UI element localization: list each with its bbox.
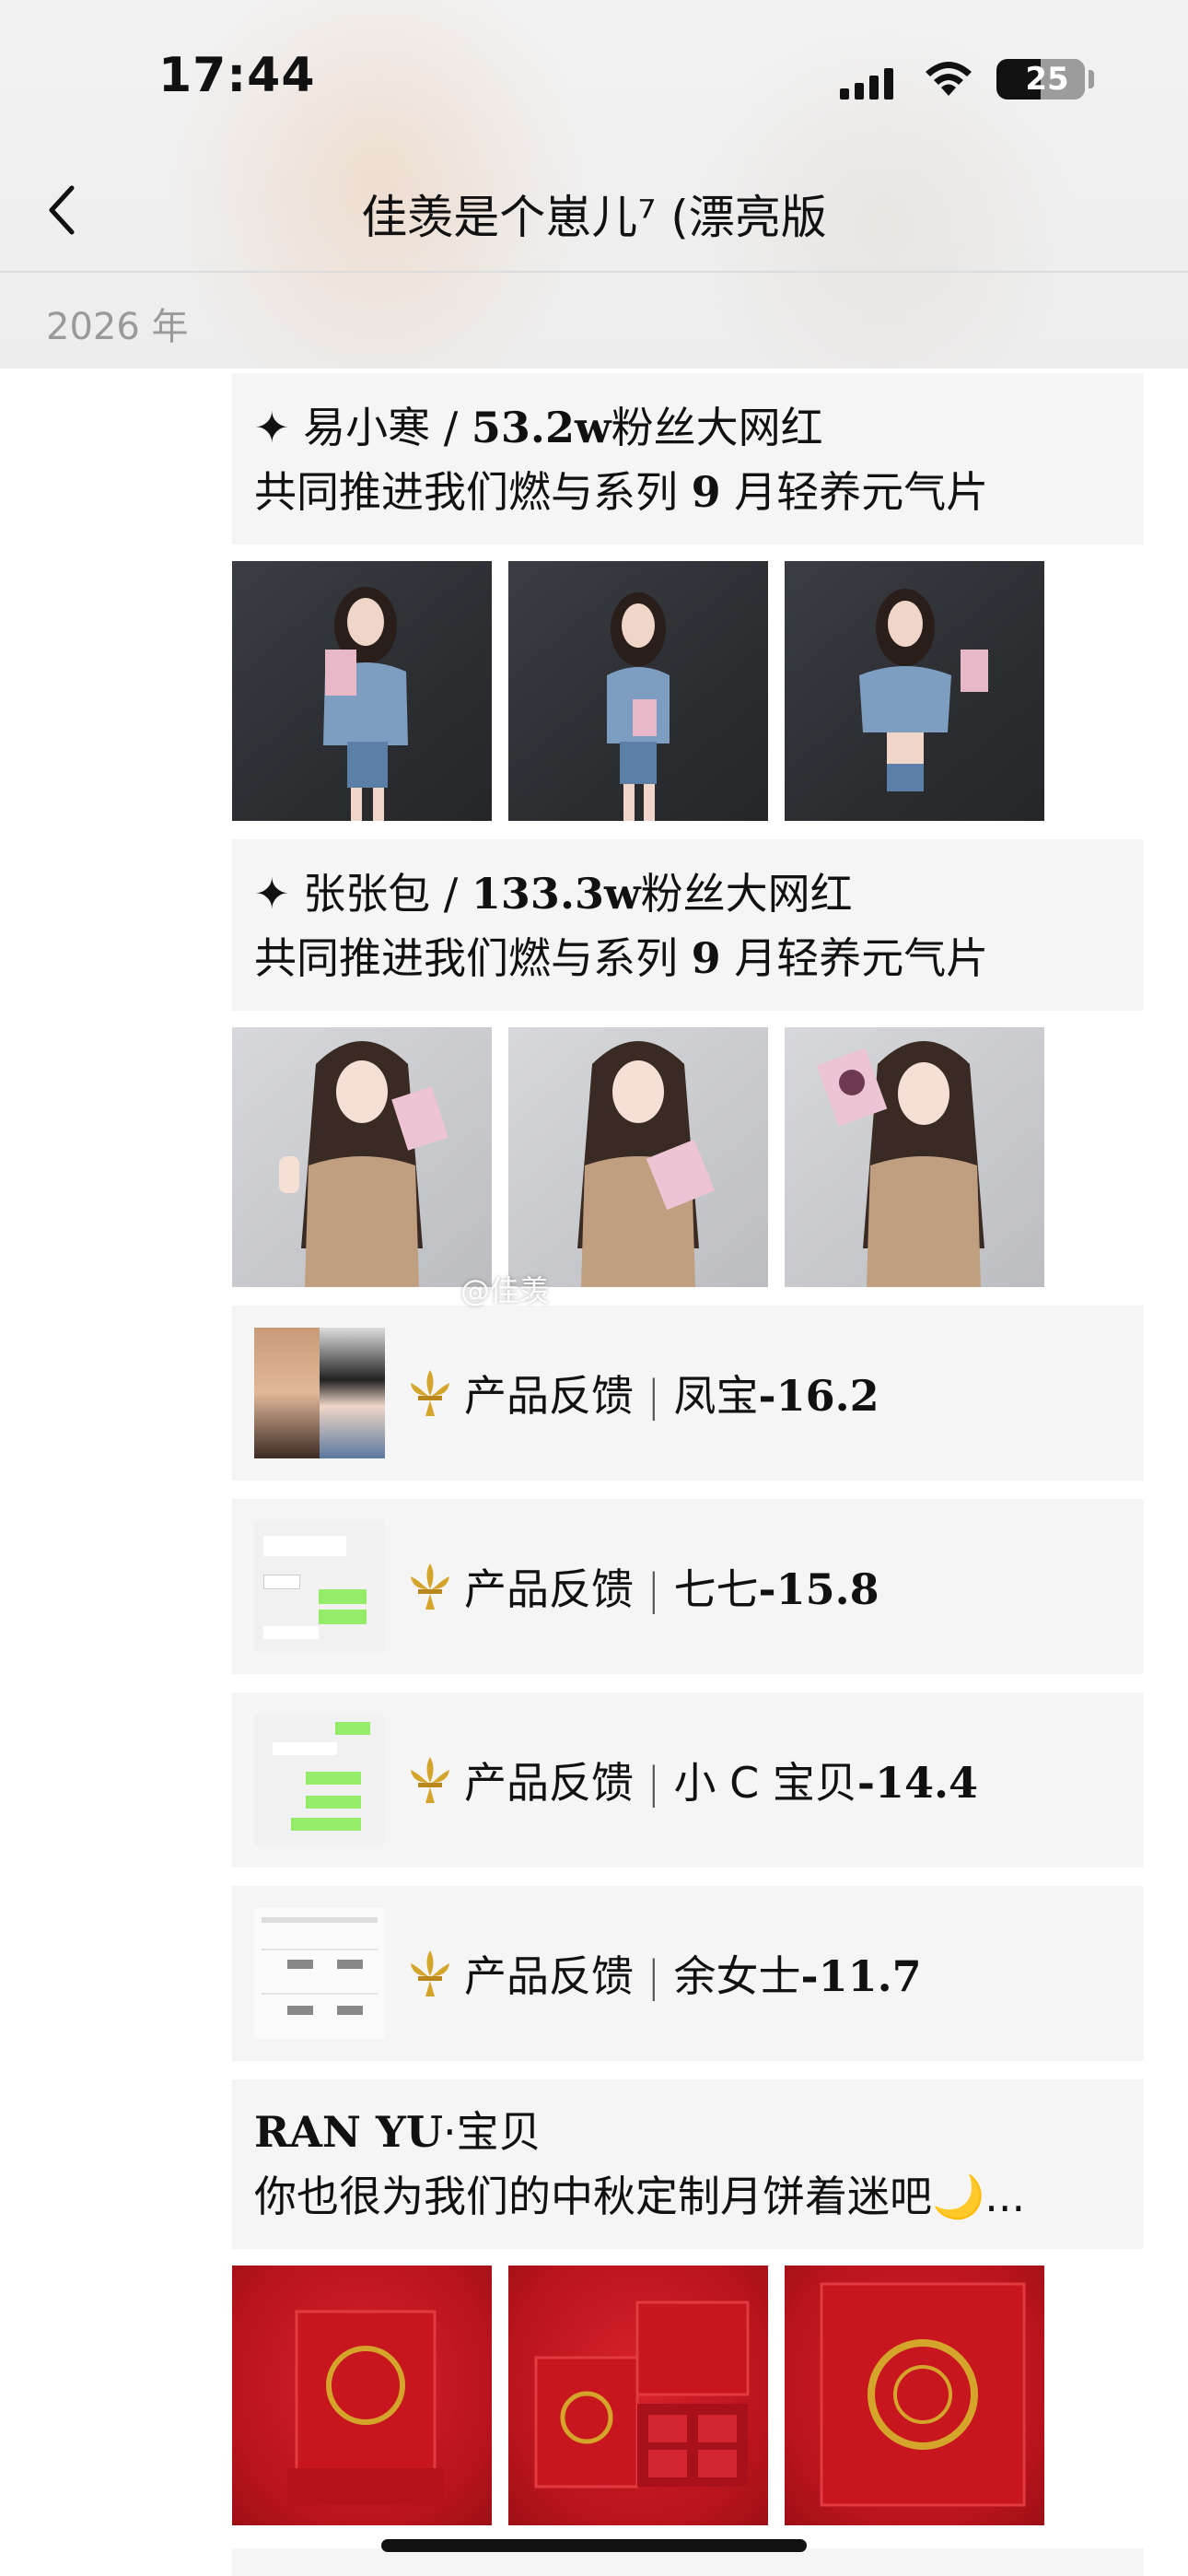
before-after-photo — [254, 1328, 385, 1458]
photo-thumbnail[interactable] — [785, 1027, 1044, 1287]
year-label: 2026 年 — [46, 306, 189, 348]
feedback-card[interactable]: 产品反馈 | 七七-15.8 — [232, 1499, 1144, 1674]
feedback-name: 七七 — [673, 1564, 759, 1614]
photo-thumbnail[interactable] — [508, 561, 768, 821]
fleur-de-lis-icon — [411, 1950, 449, 1996]
feedback-value: -15.8 — [758, 1564, 879, 1614]
author-suffix: 宝贝 — [456, 2107, 542, 2157]
chat-screenshot — [254, 1521, 385, 1652]
feedback-name: 凤宝 — [673, 1371, 759, 1421]
person-photo — [816, 1041, 984, 1287]
status-time: 17:44 — [158, 48, 316, 103]
fan-count: 133.3w — [471, 869, 641, 919]
feedback-label: 产品反馈 — [464, 1371, 634, 1421]
feedback-card[interactable]: 产品反馈 | 余女士-11.7 — [232, 1886, 1144, 2061]
battery-level: 25 — [1025, 61, 1069, 98]
fleur-de-lis-icon — [411, 1563, 449, 1610]
photo-grid — [232, 1027, 1144, 1287]
feedback-label: 产品反馈 — [464, 1951, 634, 2001]
chat-screenshot — [254, 1715, 385, 1845]
wifi-icon — [926, 62, 972, 96]
influencer-name: 张张包 / — [303, 869, 472, 919]
post-text-card[interactable]: RAN YU·宝贝 你也很为我们的中秋定制月饼着迷吧🌙... — [232, 2079, 1144, 2249]
post-caption: 共同推进我们燃与系列 — [254, 467, 692, 517]
post-text-card[interactable]: ✦ 张张包 / 133.3w粉丝大网红 共同推进我们燃与系列 9 月轻养元气片 — [232, 839, 1144, 1011]
post-feed: ✦ 易小寒 / 53.2w粉丝大网红 共同推进我们燃与系列 9 月轻养元气片 ✦… — [232, 373, 1144, 2544]
mooncake-box-photo — [820, 2282, 1026, 2507]
star-icon: ✦ — [254, 869, 290, 919]
photo-thumbnail[interactable] — [232, 1027, 492, 1287]
battery-icon: 25 — [996, 59, 1085, 100]
post-caption-end: 月轻养元气片 — [720, 933, 989, 983]
influencer-suffix: 粉丝大网红 — [640, 869, 853, 919]
feedback-name: 余女士 — [673, 1951, 801, 2001]
mooncake-box-photo — [534, 2301, 750, 2488]
person-photo — [607, 592, 670, 821]
person-photo — [859, 589, 988, 791]
next-post-peek — [232, 2548, 1144, 2576]
page-title: 佳羡是个崽儿⁷ (漂亮版 — [361, 191, 827, 244]
person-photo — [279, 1041, 448, 1287]
feedback-value: -11.7 — [800, 1951, 922, 2001]
weight-record-screenshot — [254, 1908, 385, 2039]
post-text-card[interactable]: ✦ 易小寒 / 53.2w粉丝大网红 共同推进我们燃与系列 9 月轻养元气片 — [232, 373, 1144, 544]
mooncake-box-photo — [287, 2310, 444, 2505]
home-indicator[interactable] — [381, 2539, 807, 2552]
person-photo — [577, 1041, 716, 1287]
post-caption-end: 月轻养元气片 — [720, 467, 989, 517]
cellular-signal-icon — [840, 66, 893, 100]
photo-thumbnail[interactable] — [508, 1027, 768, 1287]
feedback-label: 产品反馈 — [464, 1564, 634, 1614]
star-icon: ✦ — [254, 403, 290, 452]
author-name: RAN YU — [254, 2107, 443, 2157]
photo-grid — [232, 2266, 1144, 2525]
photo-thumbnail[interactable] — [785, 561, 1044, 821]
influencer-suffix: 粉丝大网红 — [611, 403, 823, 452]
post-caption: 共同推进我们燃与系列 — [254, 933, 692, 983]
person-photo — [323, 587, 408, 821]
weibo-watermark: @佳羡 — [460, 1273, 550, 1308]
feedback-name: 小 C 宝贝 — [673, 1758, 857, 1808]
fleur-de-lis-icon — [411, 1370, 449, 1416]
fleur-de-lis-icon — [411, 1757, 449, 1803]
photo-thumbnail[interactable] — [232, 561, 492, 821]
photo-thumbnail[interactable] — [232, 2266, 492, 2525]
feedback-label: 产品反馈 — [464, 1758, 634, 1808]
fan-count: 53.2w — [471, 403, 611, 452]
photo-grid — [232, 561, 1144, 821]
feedback-value: -14.4 — [856, 1758, 979, 1808]
caption-number: 9 — [691, 467, 721, 517]
feedback-card[interactable]: 产品反馈 | 小 C 宝贝-14.4 — [232, 1692, 1144, 1868]
caption-number: 9 — [691, 933, 721, 983]
feedback-value: -16.2 — [758, 1371, 879, 1421]
post-caption: 你也很为我们的中秋定制月饼着迷吧 — [254, 2172, 932, 2221]
photo-thumbnail[interactable] — [508, 2266, 768, 2525]
name-separator: · — [442, 2107, 457, 2157]
divider — [0, 271, 1188, 273]
feedback-card[interactable]: 产品反馈 | 凤宝-16.2 — [232, 1306, 1144, 1481]
more-ellipsis: ... — [984, 2172, 1026, 2221]
influencer-name: 易小寒 / — [303, 403, 472, 452]
photo-thumbnail[interactable] — [785, 2266, 1044, 2525]
header-area: 17:44 25 佳羡是个崽儿⁷ (漂亮版 2026 年 — [0, 0, 1188, 369]
moon-emoji-icon: 🌙 — [932, 2172, 985, 2221]
